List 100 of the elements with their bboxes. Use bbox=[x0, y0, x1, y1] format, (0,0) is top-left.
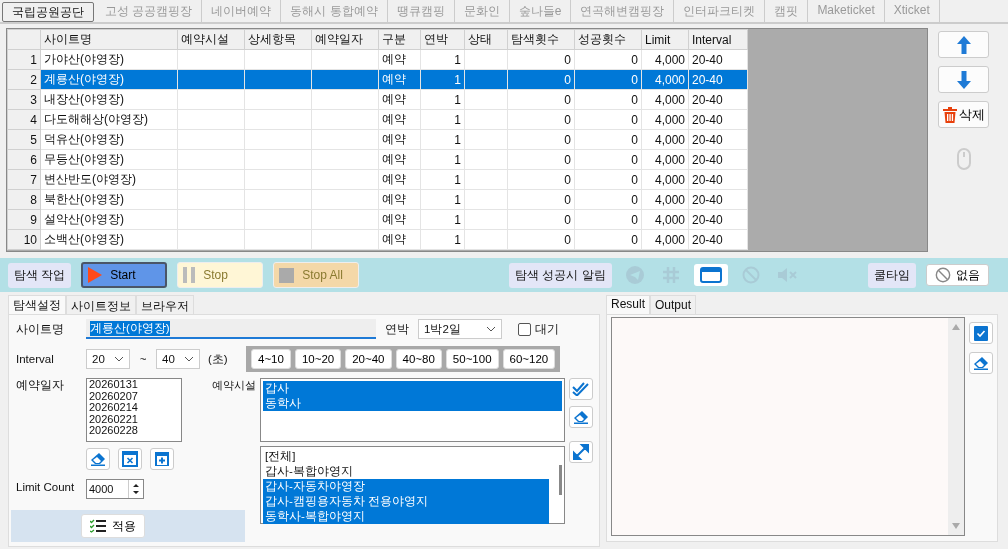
column-header[interactable]: 상태 bbox=[464, 29, 508, 50]
eraser-button[interactable] bbox=[86, 448, 110, 470]
window-icon[interactable] bbox=[693, 264, 728, 286]
table-row[interactable]: 6 무등산(야영장) 예약 1 0 0 4,000 20-40 bbox=[7, 149, 748, 170]
check-all-button[interactable] bbox=[569, 378, 593, 400]
calendar-plus-icon bbox=[154, 451, 170, 467]
date-item[interactable]: 20260228 bbox=[89, 425, 181, 437]
chevron-down-icon bbox=[114, 356, 124, 362]
preset-button[interactable]: 40~80 bbox=[395, 349, 442, 369]
column-header[interactable]: 상세항목 bbox=[244, 29, 312, 50]
table-cell: 4,000 bbox=[654, 192, 685, 207]
facility-option[interactable]: 갑사-캠핑용자동차 전용야영지 bbox=[263, 494, 549, 509]
expand-icon bbox=[573, 444, 589, 460]
output-tab[interactable]: Output bbox=[650, 295, 697, 314]
table-row[interactable]: 8 북한산(야영장) 예약 1 0 0 4,000 20-40 bbox=[7, 189, 748, 210]
table-cell: 20-40 bbox=[692, 232, 723, 247]
settings-tab[interactable]: 사이트정보 bbox=[66, 295, 136, 314]
task-label: 탐색 작업 bbox=[8, 262, 72, 288]
interval-from-select[interactable]: 20 bbox=[86, 349, 130, 369]
date-item[interactable]: 20260131 bbox=[89, 379, 181, 391]
facility-option[interactable]: 갑사-자동차야영장 bbox=[263, 479, 549, 494]
preset-button[interactable]: 4~10 bbox=[251, 349, 291, 369]
column-header[interactable]: 사이트명 bbox=[40, 29, 178, 50]
site-label: 사이트명 bbox=[16, 321, 65, 337]
stay-select[interactable]: 1박2일 bbox=[418, 319, 502, 339]
table-row[interactable]: 5 덕유산(야영장) 예약 1 0 0 4,000 20-40 bbox=[7, 129, 748, 150]
move-down-button[interactable] bbox=[938, 66, 989, 93]
table-cell: 20-40 bbox=[692, 192, 723, 207]
column-header[interactable]: 탐색횟수 bbox=[507, 29, 575, 50]
column-header[interactable]: Limit bbox=[641, 29, 689, 50]
arrow-up-icon bbox=[956, 35, 971, 54]
scrollbar-thumb[interactable] bbox=[559, 465, 562, 495]
site-name-field[interactable]: 계룡산(야영장) bbox=[86, 319, 376, 339]
selected-facility-list[interactable]: 갑사 동학사 bbox=[260, 378, 565, 442]
table-cell: 1 bbox=[454, 212, 461, 227]
table-cell: 20-40 bbox=[692, 172, 723, 187]
table-cell: 예약 bbox=[382, 232, 406, 246]
calendar-add-button[interactable] bbox=[150, 448, 174, 470]
table-cell: 0 bbox=[564, 152, 571, 167]
column-header[interactable]: 연박 bbox=[420, 29, 465, 50]
table-cell: 1 bbox=[454, 72, 461, 87]
preset-button[interactable]: 60~120 bbox=[502, 349, 556, 369]
cooldown-button[interactable]: 없음 bbox=[925, 264, 989, 286]
table-row[interactable]: 3 내장산(야영장) 예약 1 0 0 4,000 20-40 bbox=[7, 89, 748, 110]
expand-button[interactable] bbox=[569, 441, 593, 463]
move-up-button[interactable] bbox=[938, 31, 989, 58]
row-number: 9 bbox=[7, 209, 41, 230]
table-row[interactable]: 2 계룡산(야영장) 예약 1 0 0 4,000 20-40 bbox=[7, 69, 748, 90]
table-cell: 4,000 bbox=[654, 212, 685, 227]
alert-label: 탐색 성공시 알림 bbox=[509, 262, 612, 288]
date-item[interactable]: 20260207 bbox=[89, 390, 181, 402]
table-cell: 내장산(야영장) bbox=[44, 92, 124, 106]
column-header[interactable]: 예약일자 bbox=[311, 29, 379, 50]
facility-item[interactable]: 동학사 bbox=[263, 396, 562, 411]
row-number: 1 bbox=[7, 49, 41, 70]
table-cell: 덕유산(야영장) bbox=[44, 132, 124, 146]
chevron-down-icon bbox=[486, 326, 496, 332]
eraser-button[interactable] bbox=[969, 352, 993, 374]
preset-button[interactable]: 50~100 bbox=[445, 349, 499, 369]
column-header[interactable]: 구분 bbox=[378, 29, 421, 50]
site-tab[interactable]: 국립공원공단 bbox=[2, 2, 94, 22]
clipboard-check-button[interactable] bbox=[969, 322, 993, 344]
table-row[interactable]: 4 다도해해상(야영장) 예약 1 0 0 4,000 20-40 bbox=[7, 109, 748, 130]
column-header[interactable]: 성공횟수 bbox=[574, 29, 642, 50]
date-item[interactable]: 20260221 bbox=[89, 413, 181, 425]
facility-item[interactable]: 갑사 bbox=[263, 381, 562, 396]
table-row[interactable]: 9 설악산(야영장) 예약 1 0 0 4,000 20-40 bbox=[7, 209, 748, 230]
table-cell: 20-40 bbox=[692, 112, 723, 127]
table-cell: 4,000 bbox=[654, 92, 685, 107]
facility-option[interactable]: 동학사-복합야영지 bbox=[263, 509, 549, 524]
table-cell: 예약 bbox=[382, 212, 406, 226]
column-header[interactable]: 예약시설 bbox=[177, 29, 245, 50]
trash-icon bbox=[942, 106, 957, 123]
table-row[interactable]: 10 소백산(야영장) 예약 1 0 0 4,000 20-40 bbox=[7, 229, 748, 250]
table-cell: 20-40 bbox=[692, 212, 723, 227]
table-row[interactable]: 1 가야산(야영장) 예약 1 0 0 4,000 20-40 bbox=[7, 49, 748, 70]
calendar-remove-button[interactable] bbox=[118, 448, 142, 470]
limit-count-field[interactable]: 4000 bbox=[86, 479, 144, 499]
delete-button[interactable]: 삭제 bbox=[938, 101, 989, 128]
preset-button[interactable]: 20~40 bbox=[345, 349, 392, 369]
date-item[interactable]: 20260214 bbox=[89, 402, 181, 414]
facility-option[interactable]: [전체] bbox=[263, 449, 549, 464]
wait-checkbox[interactable]: 대기 bbox=[518, 321, 559, 337]
settings-tab[interactable]: 탐색설정 bbox=[8, 295, 66, 314]
facility-option[interactable]: 갑사-복합야영지 bbox=[263, 464, 549, 479]
output-tab[interactable]: Result bbox=[606, 295, 650, 314]
control-button[interactable]: Start bbox=[81, 262, 168, 288]
table-row[interactable]: 7 변산반도(야영장) 예약 1 0 0 4,000 20-40 bbox=[7, 169, 748, 190]
table-cell: 0 bbox=[631, 132, 638, 147]
date-list[interactable]: 20260131 20260207 20260214 20260221 20260228 bbox=[86, 378, 182, 442]
preset-button[interactable]: 10~20 bbox=[294, 349, 342, 369]
column-header[interactable]: Interval bbox=[688, 29, 748, 50]
table-cell: 0 bbox=[631, 52, 638, 67]
control-button[interactable]: Stop bbox=[177, 262, 264, 288]
settings-tab[interactable]: 브라우저 bbox=[136, 295, 194, 314]
facility-option-list[interactable]: [전체] 갑사-복합야영지 갑사-자동차야영장 갑사-캠핑용자동차 전용야영지 동학사-복합야영지 bbox=[260, 446, 565, 524]
table-cell: 가야산(야영장) bbox=[44, 52, 124, 66]
interval-to-select[interactable]: 40 bbox=[156, 349, 200, 369]
eraser-button[interactable] bbox=[569, 406, 593, 428]
apply-button[interactable]: 적용 bbox=[81, 514, 145, 538]
